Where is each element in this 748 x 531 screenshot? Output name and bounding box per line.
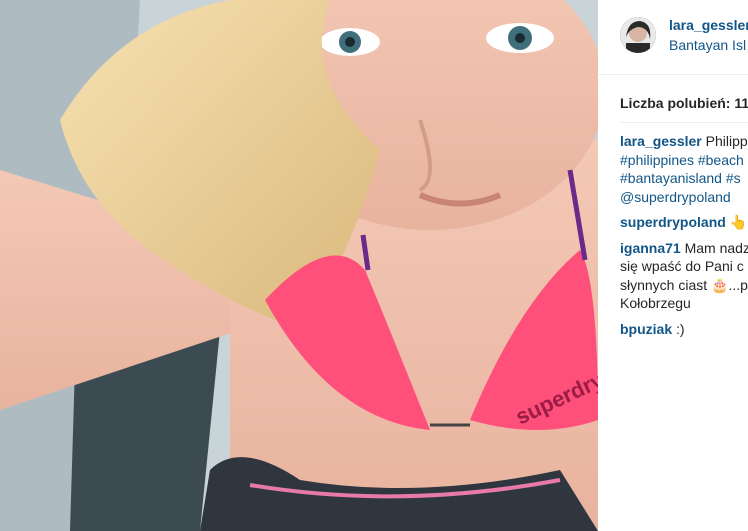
post-header: lara_gessler Bantayan Isl: [598, 0, 748, 75]
avatar-image: [620, 17, 656, 53]
comment-username[interactable]: lara_gessler: [620, 133, 702, 149]
selfie-illustration: superdry: [0, 0, 598, 531]
post-photo[interactable]: superdry: [0, 0, 598, 531]
comment-text: Mam nadz: [684, 239, 748, 256]
comment-text: Kołobrzegu: [620, 295, 691, 311]
comment-text: :): [676, 320, 685, 337]
comment-item: lara_gessler Philipp #philippines #beach…: [620, 132, 748, 206]
comment-hashtags[interactable]: #philippines #beach: [620, 151, 748, 170]
avatar[interactable]: [620, 17, 656, 53]
comment-username[interactable]: bpuziak: [620, 321, 672, 337]
comment-username[interactable]: iganna71: [620, 240, 681, 256]
comment-item: iganna71 Mam nadz się wpaść do Pani c sł…: [620, 239, 748, 313]
comment-username[interactable]: superdrypoland: [620, 214, 726, 230]
comment-first-line: lara_gessler Philipp: [620, 132, 748, 151]
comments-list: lara_gessler Philipp #philippines #beach…: [620, 132, 748, 345]
post-location[interactable]: Bantayan Isl: [669, 37, 746, 53]
comment-text: się wpaść do Pani c: [620, 258, 744, 274]
likes-divider: [620, 122, 748, 123]
post-author-username[interactable]: lara_gessler: [669, 17, 748, 33]
comment-text: słynnych ciast 🎂...p: [620, 276, 748, 293]
comment-hashtags[interactable]: #bantayanisland #s: [620, 169, 748, 188]
comment-text: Philipp: [705, 133, 748, 149]
comment-item: superdrypoland 👆: [620, 213, 748, 232]
comment-mention[interactable]: @superdrypoland: [620, 188, 748, 207]
comment-item: bpuziak :): [620, 320, 748, 339]
post-side-panel: lara_gessler Bantayan Isl Liczba polubie…: [598, 0, 748, 531]
pointing-up-emoji-icon: 👆: [729, 214, 748, 230]
likes-count[interactable]: Liczba polubień: 119: [620, 95, 748, 111]
